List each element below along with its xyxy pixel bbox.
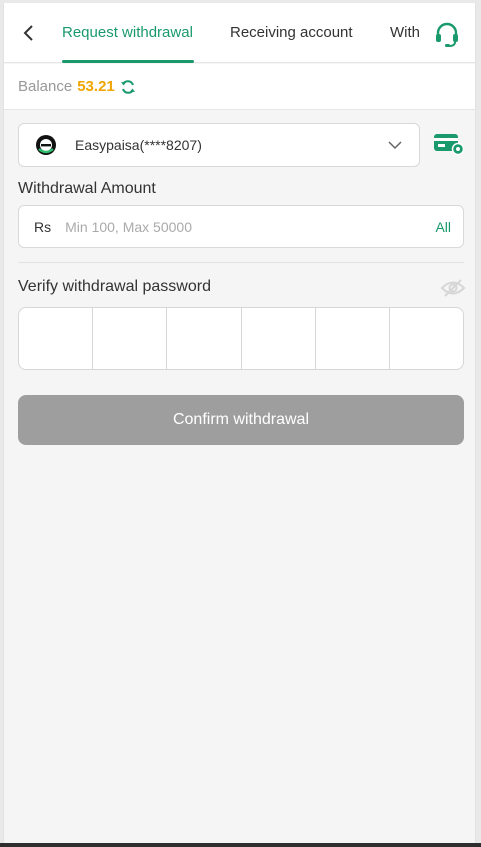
confirm-withdrawal-button[interactable]: Confirm withdrawal [18, 395, 464, 445]
amount-input[interactable] [65, 218, 396, 235]
tab-request-withdrawal[interactable]: Request withdrawal [62, 3, 194, 63]
withdrawal-amount-label: Withdrawal Amount [18, 180, 156, 197]
password-label: Verify withdrawal password [18, 278, 211, 295]
tab-receiving-account[interactable]: Receiving account [230, 3, 353, 63]
easypaisa-logo [36, 135, 56, 155]
balance-value: 53.21 [77, 78, 115, 95]
tab-withdrawal-records[interactable]: With [390, 3, 430, 63]
withdrawal-page: Request withdrawal Receiving account Wit… [3, 3, 476, 843]
currency-label: Rs [34, 218, 52, 235]
bottom-bar [0, 843, 481, 847]
balance-label: Balance [18, 78, 73, 95]
headset-icon [436, 22, 458, 47]
account-select[interactable]: Easypaisa(****8207) [18, 123, 420, 167]
pin-digit-5[interactable] [316, 308, 390, 369]
all-button[interactable]: All [435, 219, 451, 235]
selected-account: Easypaisa(****8207) [75, 137, 202, 153]
chevron-left-icon [23, 25, 33, 41]
refresh-icon[interactable] [120, 79, 136, 95]
pin-digit-1[interactable] [19, 308, 94, 369]
pin-digit-2[interactable] [93, 308, 168, 369]
customer-service-button[interactable] [431, 19, 463, 51]
balance-bar: Balance 53.21 [4, 64, 475, 110]
top-navigation: Request withdrawal Receiving account Wit… [4, 3, 475, 63]
pin-digit-3[interactable] [167, 308, 242, 369]
chevron-down-icon [388, 141, 402, 150]
pin-digit-4[interactable] [242, 308, 316, 369]
eye-off-icon[interactable] [440, 277, 466, 299]
card-settings-icon[interactable] [433, 132, 465, 156]
divider [18, 262, 464, 263]
back-button[interactable] [16, 21, 40, 45]
withdrawal-amount-field[interactable]: Rs All [18, 205, 464, 248]
pin-digit-6[interactable] [390, 308, 463, 369]
password-pin-input[interactable] [18, 307, 464, 370]
